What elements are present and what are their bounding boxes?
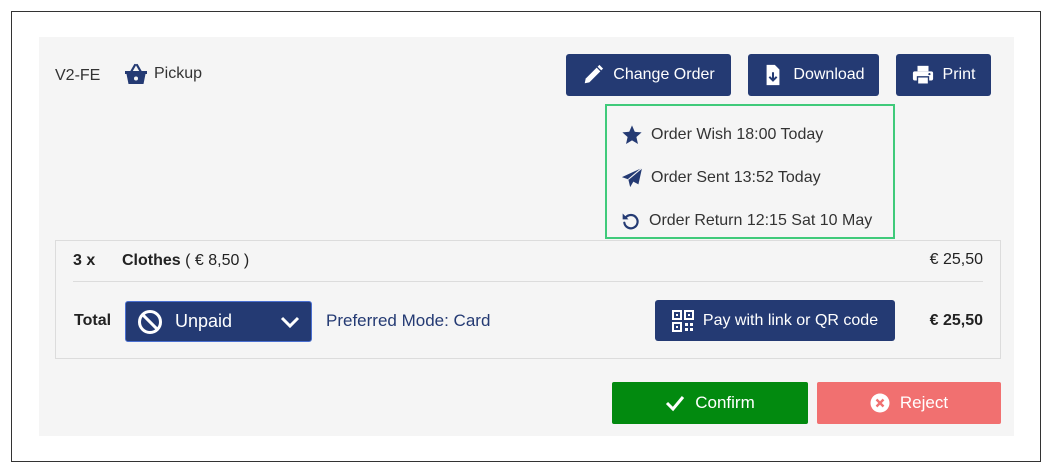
file-download-icon <box>767 64 780 86</box>
check-icon <box>666 396 685 412</box>
outer-frame: V2-FE Pickup Change Order Download Print… <box>11 11 1041 462</box>
divider <box>73 281 983 282</box>
order-id: V2-FE <box>55 67 101 84</box>
item-unit-price: ( € 8,50 ) <box>185 252 250 269</box>
chevron-down-icon <box>280 316 300 329</box>
order-wish-label: Order Wish 18:00 Today <box>651 125 824 143</box>
confirm-button[interactable]: Confirm <box>612 382 808 424</box>
order-sent-label: Order Sent 13:52 Today <box>651 168 821 186</box>
order-return-row: Order Return 12:15 Sat 10 May <box>621 199 891 242</box>
order-wish-row: Order Wish 18:00 Today <box>621 113 891 156</box>
item-price: € 25,50 <box>929 251 983 268</box>
payment-status-select[interactable]: Unpaid <box>125 301 312 342</box>
item-description: Clothes ( € 8,50 ) <box>122 252 249 270</box>
print-button[interactable]: Print <box>896 54 991 96</box>
item-name: Clothes <box>122 252 181 269</box>
order-return-label: Order Return 12:15 Sat 10 May <box>649 211 873 229</box>
paper-plane-icon <box>621 166 643 187</box>
payment-status-label: Unpaid <box>175 311 233 331</box>
close-circle-icon <box>870 393 890 413</box>
download-button[interactable]: Download <box>748 54 879 96</box>
delivery-mode: Pickup <box>124 63 202 85</box>
item-row: 3 x Clothes ( € 8,50 ) € 25,50 <box>56 241 1000 282</box>
printer-icon <box>912 65 933 85</box>
pay-link-qr-button[interactable]: Pay with link or QR code <box>655 300 895 341</box>
change-order-button[interactable]: Change Order <box>566 54 731 96</box>
download-label: Download <box>793 66 865 83</box>
shopping-basket-icon <box>125 63 147 84</box>
item-quantity: 3 x <box>73 252 96 269</box>
qr-code-icon <box>671 309 694 332</box>
reject-label: Reject <box>899 393 949 412</box>
preferred-mode: Preferred Mode: Card <box>326 311 491 330</box>
pencil-icon <box>585 64 604 84</box>
change-order-label: Change Order <box>613 66 715 83</box>
order-times: Order Wish 18:00 Today Order Sent 13:52 … <box>621 113 891 242</box>
delivery-mode-label: Pickup <box>154 65 203 82</box>
total-label: Total <box>74 312 112 329</box>
total-amount: € 25,50 <box>929 312 983 329</box>
reject-button[interactable]: Reject <box>817 382 1001 424</box>
print-label: Print <box>942 66 976 83</box>
order-sent-row: Order Sent 13:52 Today <box>621 156 891 199</box>
ban-icon <box>138 309 162 334</box>
order-card: V2-FE Pickup Change Order Download Print… <box>39 37 1014 436</box>
confirm-label: Confirm <box>695 393 755 412</box>
star-icon <box>622 124 642 144</box>
order-items: 3 x Clothes ( € 8,50 ) € 25,50 Total Unp… <box>55 240 1001 359</box>
pay-link-qr-label: Pay with link or QR code <box>702 311 879 329</box>
undo-icon <box>622 213 639 229</box>
